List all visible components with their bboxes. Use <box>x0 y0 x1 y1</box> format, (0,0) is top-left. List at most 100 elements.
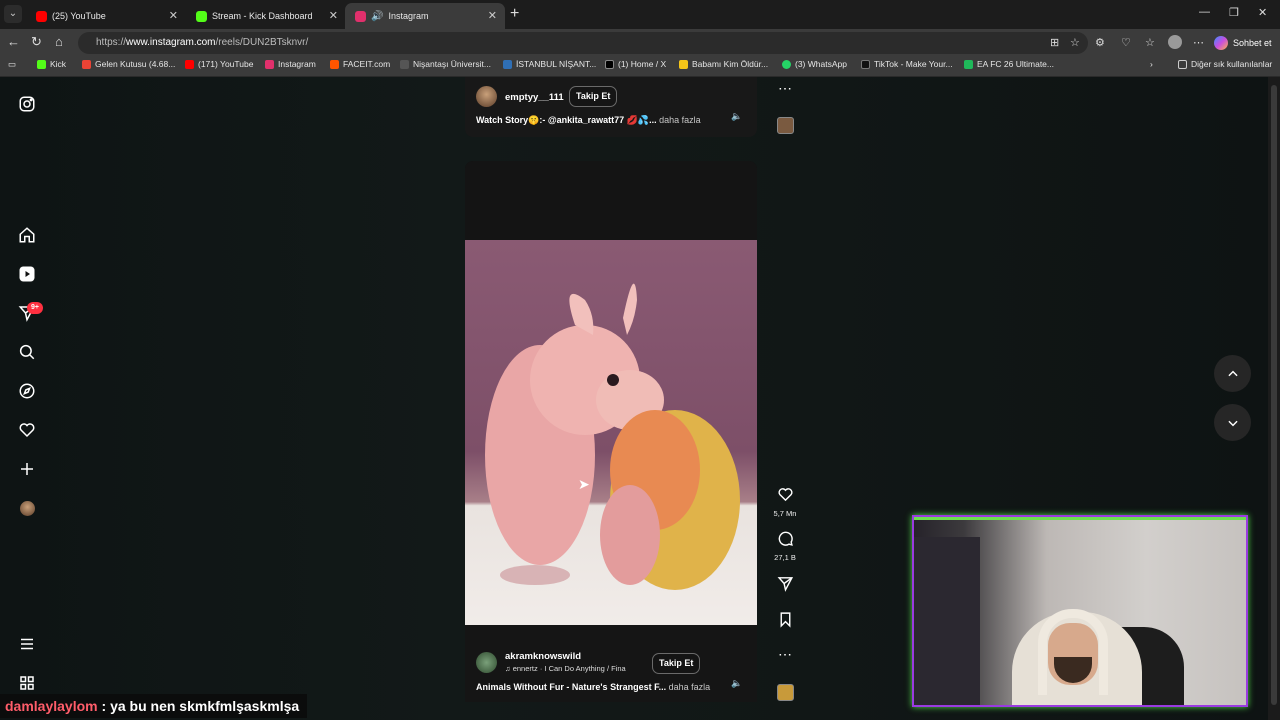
favorite-star-icon[interactable]: ☆ <box>1070 36 1080 49</box>
copilot-chat-button[interactable]: Sohbet et <box>1214 33 1272 52</box>
bookmark-item[interactable]: (1) Home / X <box>605 59 666 69</box>
close-tab-icon[interactable]: ✕ <box>329 9 338 22</box>
more-menu-icon[interactable]: ⋯ <box>1193 36 1204 49</box>
notification-badge: 9+ <box>27 302 43 314</box>
folder-icon <box>1178 59 1187 69</box>
bookmark-label: (3) WhatsApp <box>795 59 847 69</box>
tab-instagram[interactable]: 🔊 Instagram ✕ <box>345 3 505 29</box>
url-prefix: https:// <box>96 37 127 48</box>
close-window-icon[interactable]: ✕ <box>1258 6 1267 19</box>
like-button[interactable]: 5,7 Mn <box>773 486 797 518</box>
app-available-icon[interactable]: ⊞ <box>1050 36 1059 49</box>
back-icon[interactable]: ← <box>7 34 20 49</box>
bookmark-item[interactable]: Kick <box>37 59 66 69</box>
reel-caption[interactable]: Watch Story🤫:- @ankita_rawatt77 💋💦... da… <box>476 115 701 126</box>
browser-essentials-icon[interactable]: ♡ <box>1121 36 1131 49</box>
extensions-icon[interactable]: ⚙ <box>1095 36 1105 49</box>
restore-icon[interactable]: ❐ <box>1229 6 1239 19</box>
also-from-meta-icon[interactable] <box>16 672 38 694</box>
more-menu-icon[interactable] <box>16 633 38 655</box>
audio-thumbnail[interactable] <box>777 117 794 134</box>
comment-button[interactable]: 27,1 B <box>773 530 797 562</box>
bookmark-label: Nişantaşı Üniversit... <box>413 59 491 69</box>
reel-video-frame[interactable] <box>465 240 757 625</box>
bookmark-item[interactable]: İSTANBUL NİŞANT... <box>503 59 596 69</box>
url-field[interactable]: https://www.instagram.com/reels/DUN2BTsk… <box>78 32 1088 54</box>
more-options-icon[interactable]: ⋯ <box>773 80 797 97</box>
webcam-frame-glow <box>914 517 1246 520</box>
reel-username[interactable]: akramknowswild <box>505 651 581 662</box>
audio-track: ennertz · I Can Do Anything / Fina <box>512 664 626 673</box>
current-reel[interactable] <box>465 161 757 702</box>
bookmark-label: TikTok - Make Your... <box>874 59 953 69</box>
reels-nav-icon[interactable] <box>16 263 38 285</box>
audio-toggle-icon[interactable]: 🔈 <box>731 678 742 689</box>
reel-audio[interactable]: ♫ ennertz · I Can Do Anything / Fina <box>505 664 626 673</box>
refresh-icon[interactable]: ↻ <box>31 34 42 50</box>
bookmark-item[interactable]: FACEIT.com <box>330 59 390 69</box>
home-icon[interactable]: ⌂ <box>55 34 63 49</box>
speaker-icon[interactable]: 🔊 <box>371 11 383 22</box>
collections-icon[interactable]: ☆ <box>1145 36 1155 49</box>
explore-compass-icon[interactable] <box>16 380 38 402</box>
reel-username[interactable]: emptyy__111 <box>505 92 564 103</box>
scrollbar-thumb[interactable] <box>1271 85 1277 705</box>
bookmark-item[interactable]: (3) WhatsApp <box>782 59 847 69</box>
kick-favicon-icon <box>196 10 207 22</box>
reel-author-avatar[interactable] <box>476 652 497 673</box>
search-icon[interactable] <box>16 341 38 363</box>
bookmark-item[interactable]: Nişantaşı Üniversit... <box>400 59 491 69</box>
close-tab-icon[interactable]: ✕ <box>488 9 497 22</box>
bookmark-label: (171) YouTube <box>198 59 254 69</box>
create-plus-icon[interactable] <box>16 458 38 480</box>
profile-avatar[interactable] <box>20 501 35 516</box>
page-scrollbar[interactable] <box>1268 77 1280 720</box>
chevron-up-icon <box>1227 370 1238 376</box>
tab-actions-menu-icon[interactable]: ⌄ <box>4 5 22 23</box>
other-bookmarks[interactable]: Diğer sık kullanılanlar <box>1178 59 1272 69</box>
youtube-icon <box>185 59 194 69</box>
bookmark-item[interactable]: EA FC 26 Ultimate... <box>964 59 1054 69</box>
like-count: 5,7 Mn <box>773 509 797 518</box>
bookmarks-overflow-chevron-icon[interactable]: › <box>1150 59 1153 69</box>
audio-thumbnail[interactable] <box>777 684 794 701</box>
reel-caption[interactable]: Animals Without Fur - Nature's Strangest… <box>476 682 710 692</box>
audio-toggle-icon[interactable]: 🔈 <box>731 111 742 122</box>
bookmark-item[interactable]: Instagram <box>265 59 316 69</box>
reel-author-avatar[interactable] <box>476 86 497 107</box>
bookmark-item[interactable]: Gelen Kutusu (4.68... <box>82 59 175 69</box>
instagram-logo-icon[interactable] <box>16 93 38 115</box>
share-button[interactable] <box>773 575 797 597</box>
hairless-guinea-pig-image <box>485 283 740 590</box>
more-options-icon[interactable]: ⋯ <box>773 646 797 663</box>
bookmark-item[interactable]: TikTok - Make Your... <box>861 59 953 69</box>
chat-username: damlaylaylom <box>5 698 98 714</box>
close-tab-icon[interactable]: ✕ <box>169 9 178 22</box>
tab-youtube[interactable]: (25) YouTube ✕ <box>26 3 186 29</box>
follow-button[interactable]: Takip Et <box>652 653 701 674</box>
faceit-icon <box>330 59 339 69</box>
video-letterbox-top <box>465 161 757 240</box>
bookmark-label: Babamı Kim Öldür... <box>692 59 769 69</box>
caption-text: Watch Story🤫:- @ankita_rawatt77 💋💦... <box>476 115 657 125</box>
next-reel-button[interactable] <box>1214 404 1251 441</box>
more-link[interactable]: daha fazla <box>659 115 701 125</box>
tab-kick-dashboard[interactable]: Stream - Kick Dashboard ✕ <box>186 3 346 29</box>
tab-label: Instagram <box>388 11 429 21</box>
kick-icon <box>37 59 46 69</box>
other-bookmarks-label: Diğer sık kullanılanlar <box>1191 59 1273 69</box>
minimize-icon[interactable]: — <box>1199 6 1210 18</box>
new-tab-icon[interactable]: + <box>510 5 519 23</box>
reading-view-icon[interactable]: ▭ <box>8 59 16 70</box>
tab-label: Stream - Kick Dashboard <box>212 11 313 21</box>
bookmark-item[interactable]: (171) YouTube <box>185 59 253 69</box>
notifications-heart-icon[interactable] <box>16 419 38 441</box>
more-link[interactable]: daha fazla <box>669 682 711 692</box>
follow-button[interactable]: Takip Et <box>569 86 618 107</box>
previous-reel-button[interactable] <box>1214 355 1251 392</box>
bookmark-item[interactable]: Babamı Kim Öldür... <box>679 59 768 69</box>
profile-avatar[interactable] <box>1168 35 1182 49</box>
save-button[interactable] <box>773 611 797 633</box>
home-nav-icon[interactable] <box>16 224 38 246</box>
instagram-icon <box>265 59 274 69</box>
